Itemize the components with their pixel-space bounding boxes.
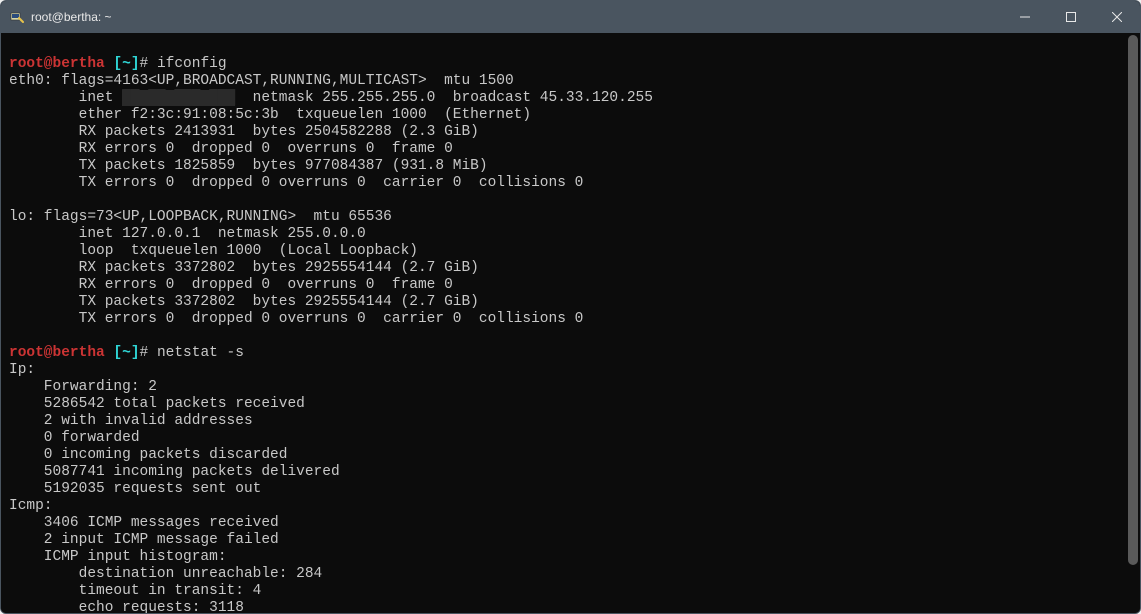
close-button[interactable] (1094, 1, 1140, 33)
terminal-window: root@bertha: ~ root@bertha [~]# ifconfig… (0, 0, 1141, 614)
output-line: destination unreachable: 284 (9, 566, 322, 582)
output-line: Forwarding: 2 (9, 379, 157, 395)
scrollbar-track[interactable] (1128, 35, 1138, 611)
putty-icon (9, 9, 25, 25)
output-line: lo: flags=73<UP,LOOPBACK,RUNNING> mtu 65… (9, 209, 392, 225)
output-line: inet (9, 90, 122, 106)
output-line: RX packets 3372802 bytes 2925554144 (2.7… (9, 260, 479, 276)
output-line: TX packets 3372802 bytes 2925554144 (2.7… (9, 294, 479, 310)
prompt: root@bertha [~]# (9, 345, 157, 361)
terminal-body[interactable]: root@bertha [~]# ifconfig eth0: flags=41… (1, 33, 1140, 613)
scrollbar-thumb[interactable] (1128, 35, 1138, 565)
titlebar[interactable]: root@bertha: ~ (1, 1, 1140, 33)
output-line: inet 127.0.0.1 netmask 255.0.0.0 (9, 226, 366, 242)
output-line: 5087741 incoming packets delivered (9, 464, 340, 480)
command-netstat: netstat -s (157, 345, 244, 361)
output-line: 3406 ICMP messages received (9, 515, 279, 531)
output-line: Icmp: (9, 498, 53, 514)
output-line: ICMP input histogram: (9, 549, 227, 565)
output-line: netmask 255.255.255.0 broadcast 45.33.12… (235, 90, 653, 106)
output-line: RX errors 0 dropped 0 overruns 0 frame 0 (9, 141, 453, 157)
output-line: 2 input ICMP message failed (9, 532, 279, 548)
output-line: TX errors 0 dropped 0 overruns 0 carrier… (9, 175, 583, 191)
output-line: 0 incoming packets discarded (9, 447, 287, 463)
output-line: TX errors 0 dropped 0 overruns 0 carrier… (9, 311, 583, 327)
command-ifconfig: ifconfig (157, 56, 227, 72)
output-line: echo requests: 3118 (9, 600, 244, 613)
output-line: loop txqueuelen 1000 (Local Loopback) (9, 243, 418, 259)
redacted-ip: ██.██.███.███ (122, 90, 235, 106)
output-line: 2 with invalid addresses (9, 413, 253, 429)
output-line: eth0: flags=4163<UP,BROADCAST,RUNNING,MU… (9, 73, 514, 89)
minimize-button[interactable] (1002, 1, 1048, 33)
maximize-button[interactable] (1048, 1, 1094, 33)
output-line: RX errors 0 dropped 0 overruns 0 frame 0 (9, 277, 453, 293)
output-line: timeout in transit: 4 (9, 583, 261, 599)
output-line: 5192035 requests sent out (9, 481, 261, 497)
prompt: root@bertha [~]# (9, 56, 157, 72)
output-line: TX packets 1825859 bytes 977084387 (931.… (9, 158, 488, 174)
output-line: 0 forwarded (9, 430, 140, 446)
output-line: RX packets 2413931 bytes 2504582288 (2.3… (9, 124, 479, 140)
output-line: 5286542 total packets received (9, 396, 305, 412)
window-title: root@bertha: ~ (31, 10, 112, 24)
output-line: Ip: (9, 362, 35, 378)
output-line: ether f2:3c:91:08:5c:3b txqueuelen 1000 … (9, 107, 531, 123)
